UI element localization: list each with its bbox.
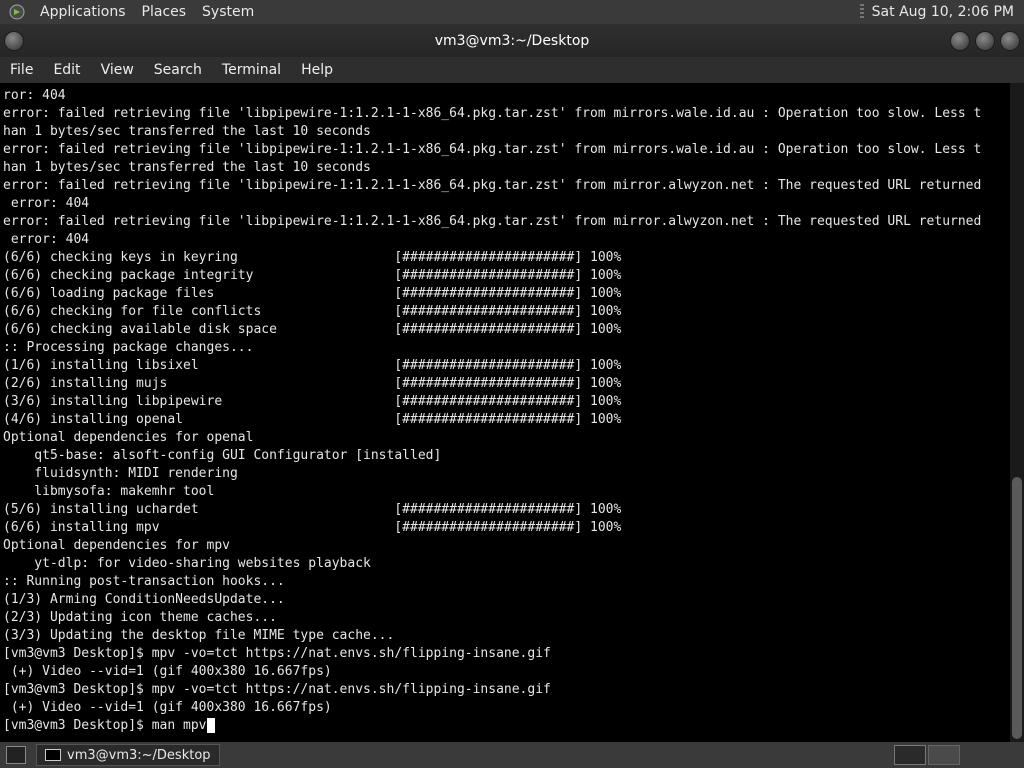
terminal-line: error: failed retrieving file 'libpipewi… xyxy=(3,178,982,193)
terminal-menubar: File Edit View Search Terminal Help xyxy=(0,57,1024,83)
terminal-icon xyxy=(45,749,61,761)
menu-edit[interactable]: Edit xyxy=(43,57,90,83)
close-icon[interactable] xyxy=(1000,31,1020,51)
terminal-line: (6/6) checking available disk space [###… xyxy=(3,322,622,337)
terminal-line: :: Processing package changes... xyxy=(3,340,254,355)
terminal-output[interactable]: ror: 404 error: failed retrieving file 'l… xyxy=(0,83,1010,742)
places-menu[interactable]: Places xyxy=(134,0,195,24)
terminal-line: [vm3@vm3 Desktop]$ mpv -vo=tct https://n… xyxy=(3,646,551,661)
terminal-line: error: failed retrieving file 'libpipewi… xyxy=(3,142,982,157)
menu-help[interactable]: Help xyxy=(291,57,343,83)
panel-grip xyxy=(859,4,864,20)
terminal-line: (6/6) checking package integrity [######… xyxy=(3,268,622,283)
terminal-line: (1/6) installing libsixel [#############… xyxy=(3,358,622,373)
terminal-line: (6/6) loading package files [###########… xyxy=(3,286,622,301)
terminal-line: (1/3) Arming ConditionNeedsUpdate... xyxy=(3,592,285,607)
terminal-line: fluidsynth: MIDI rendering xyxy=(3,466,238,481)
terminal-lines: ror: 404 error: failed retrieving file 'l… xyxy=(0,83,1010,735)
menu-search[interactable]: Search xyxy=(144,57,212,83)
terminal-line: han 1 bytes/sec transferred the last 10 … xyxy=(3,124,371,139)
prompt-line: [vm3@vm3 Desktop]$ man mpv xyxy=(3,717,1010,735)
terminal-line: (+) Video --vid=1 (gif 400x380 16.667fps… xyxy=(3,664,332,679)
terminal-line: (2/6) installing mujs [#################… xyxy=(3,376,622,391)
workspace-2[interactable] xyxy=(928,745,960,765)
terminal-line: ror: 404 xyxy=(3,88,66,103)
terminal-line: Optional dependencies for mpv xyxy=(3,538,230,553)
terminal-line: qt5-base: alsoft-config GUI Configurator… xyxy=(3,448,442,463)
terminal-line: (4/6) installing openal [###############… xyxy=(3,412,622,427)
terminal-line: error: 404 xyxy=(3,196,90,211)
terminal-line: (2/3) Updating icon theme caches... xyxy=(3,610,277,625)
system-menu[interactable]: System xyxy=(194,0,262,24)
text-cursor xyxy=(206,718,215,733)
clock[interactable]: Sat Aug 10, 2:06 PM xyxy=(872,4,1014,20)
terminal-line: han 1 bytes/sec transferred the last 10 … xyxy=(3,160,371,175)
workspace-1[interactable] xyxy=(894,745,926,765)
menu-terminal[interactable]: Terminal xyxy=(212,57,291,83)
bottom-panel: vm3@vm3:~/Desktop xyxy=(0,742,1024,768)
maximize-icon[interactable] xyxy=(975,31,995,51)
window-title: vm3@vm3:~/Desktop xyxy=(434,32,590,49)
top-panel: Applications Places System Sat Aug 10, 2… xyxy=(0,0,1024,24)
terminal-line: error: failed retrieving file 'libpipewi… xyxy=(3,106,982,121)
menu-file[interactable]: File xyxy=(0,57,43,83)
terminal-line: (6/6) checking keys in keyring [########… xyxy=(3,250,622,265)
terminal-line: (6/6) checking for file conflicts [#####… xyxy=(3,304,622,319)
terminal-scrollbar[interactable] xyxy=(1010,83,1024,742)
taskbar-window-button[interactable]: vm3@vm3:~/Desktop xyxy=(36,744,220,766)
terminal-line: (3/3) Updating the desktop file MIME typ… xyxy=(3,628,395,643)
taskbar-window-label: vm3@vm3:~/Desktop xyxy=(67,747,211,763)
gnome-foot-icon[interactable] xyxy=(8,3,26,21)
terminal-line: :: Running post-transaction hooks... xyxy=(3,574,285,589)
terminal-line: (5/6) installing uchardet [#############… xyxy=(3,502,622,517)
minimize-icon[interactable] xyxy=(950,31,970,51)
window-titlebar[interactable]: vm3@vm3:~/Desktop xyxy=(0,24,1024,57)
show-desktop-icon[interactable] xyxy=(6,746,26,764)
terminal-line: libmysofa: makemhr tool xyxy=(3,484,215,499)
terminal-line: (+) Video --vid=1 (gif 400x380 16.667fps… xyxy=(3,700,332,715)
terminal-line: (6/6) installing mpv [##################… xyxy=(3,520,622,535)
scrollbar-thumb[interactable] xyxy=(1012,477,1022,739)
menu-view[interactable]: View xyxy=(91,57,144,83)
terminal-line: Optional dependencies for openal xyxy=(3,430,254,445)
prompt-text: [vm3@vm3 Desktop]$ man mpv xyxy=(3,718,207,733)
terminal-line: (3/6) installing libpipewire [##########… xyxy=(3,394,622,409)
terminal-line: [vm3@vm3 Desktop]$ mpv -vo=tct https://n… xyxy=(3,682,551,697)
terminal-line: error: failed retrieving file 'libpipewi… xyxy=(3,214,982,229)
window-menu-icon[interactable] xyxy=(4,31,24,51)
applications-menu[interactable]: Applications xyxy=(32,0,134,24)
terminal-line: error: 404 xyxy=(3,232,90,247)
terminal-line: yt-dlp: for video-sharing websites playb… xyxy=(3,556,371,571)
